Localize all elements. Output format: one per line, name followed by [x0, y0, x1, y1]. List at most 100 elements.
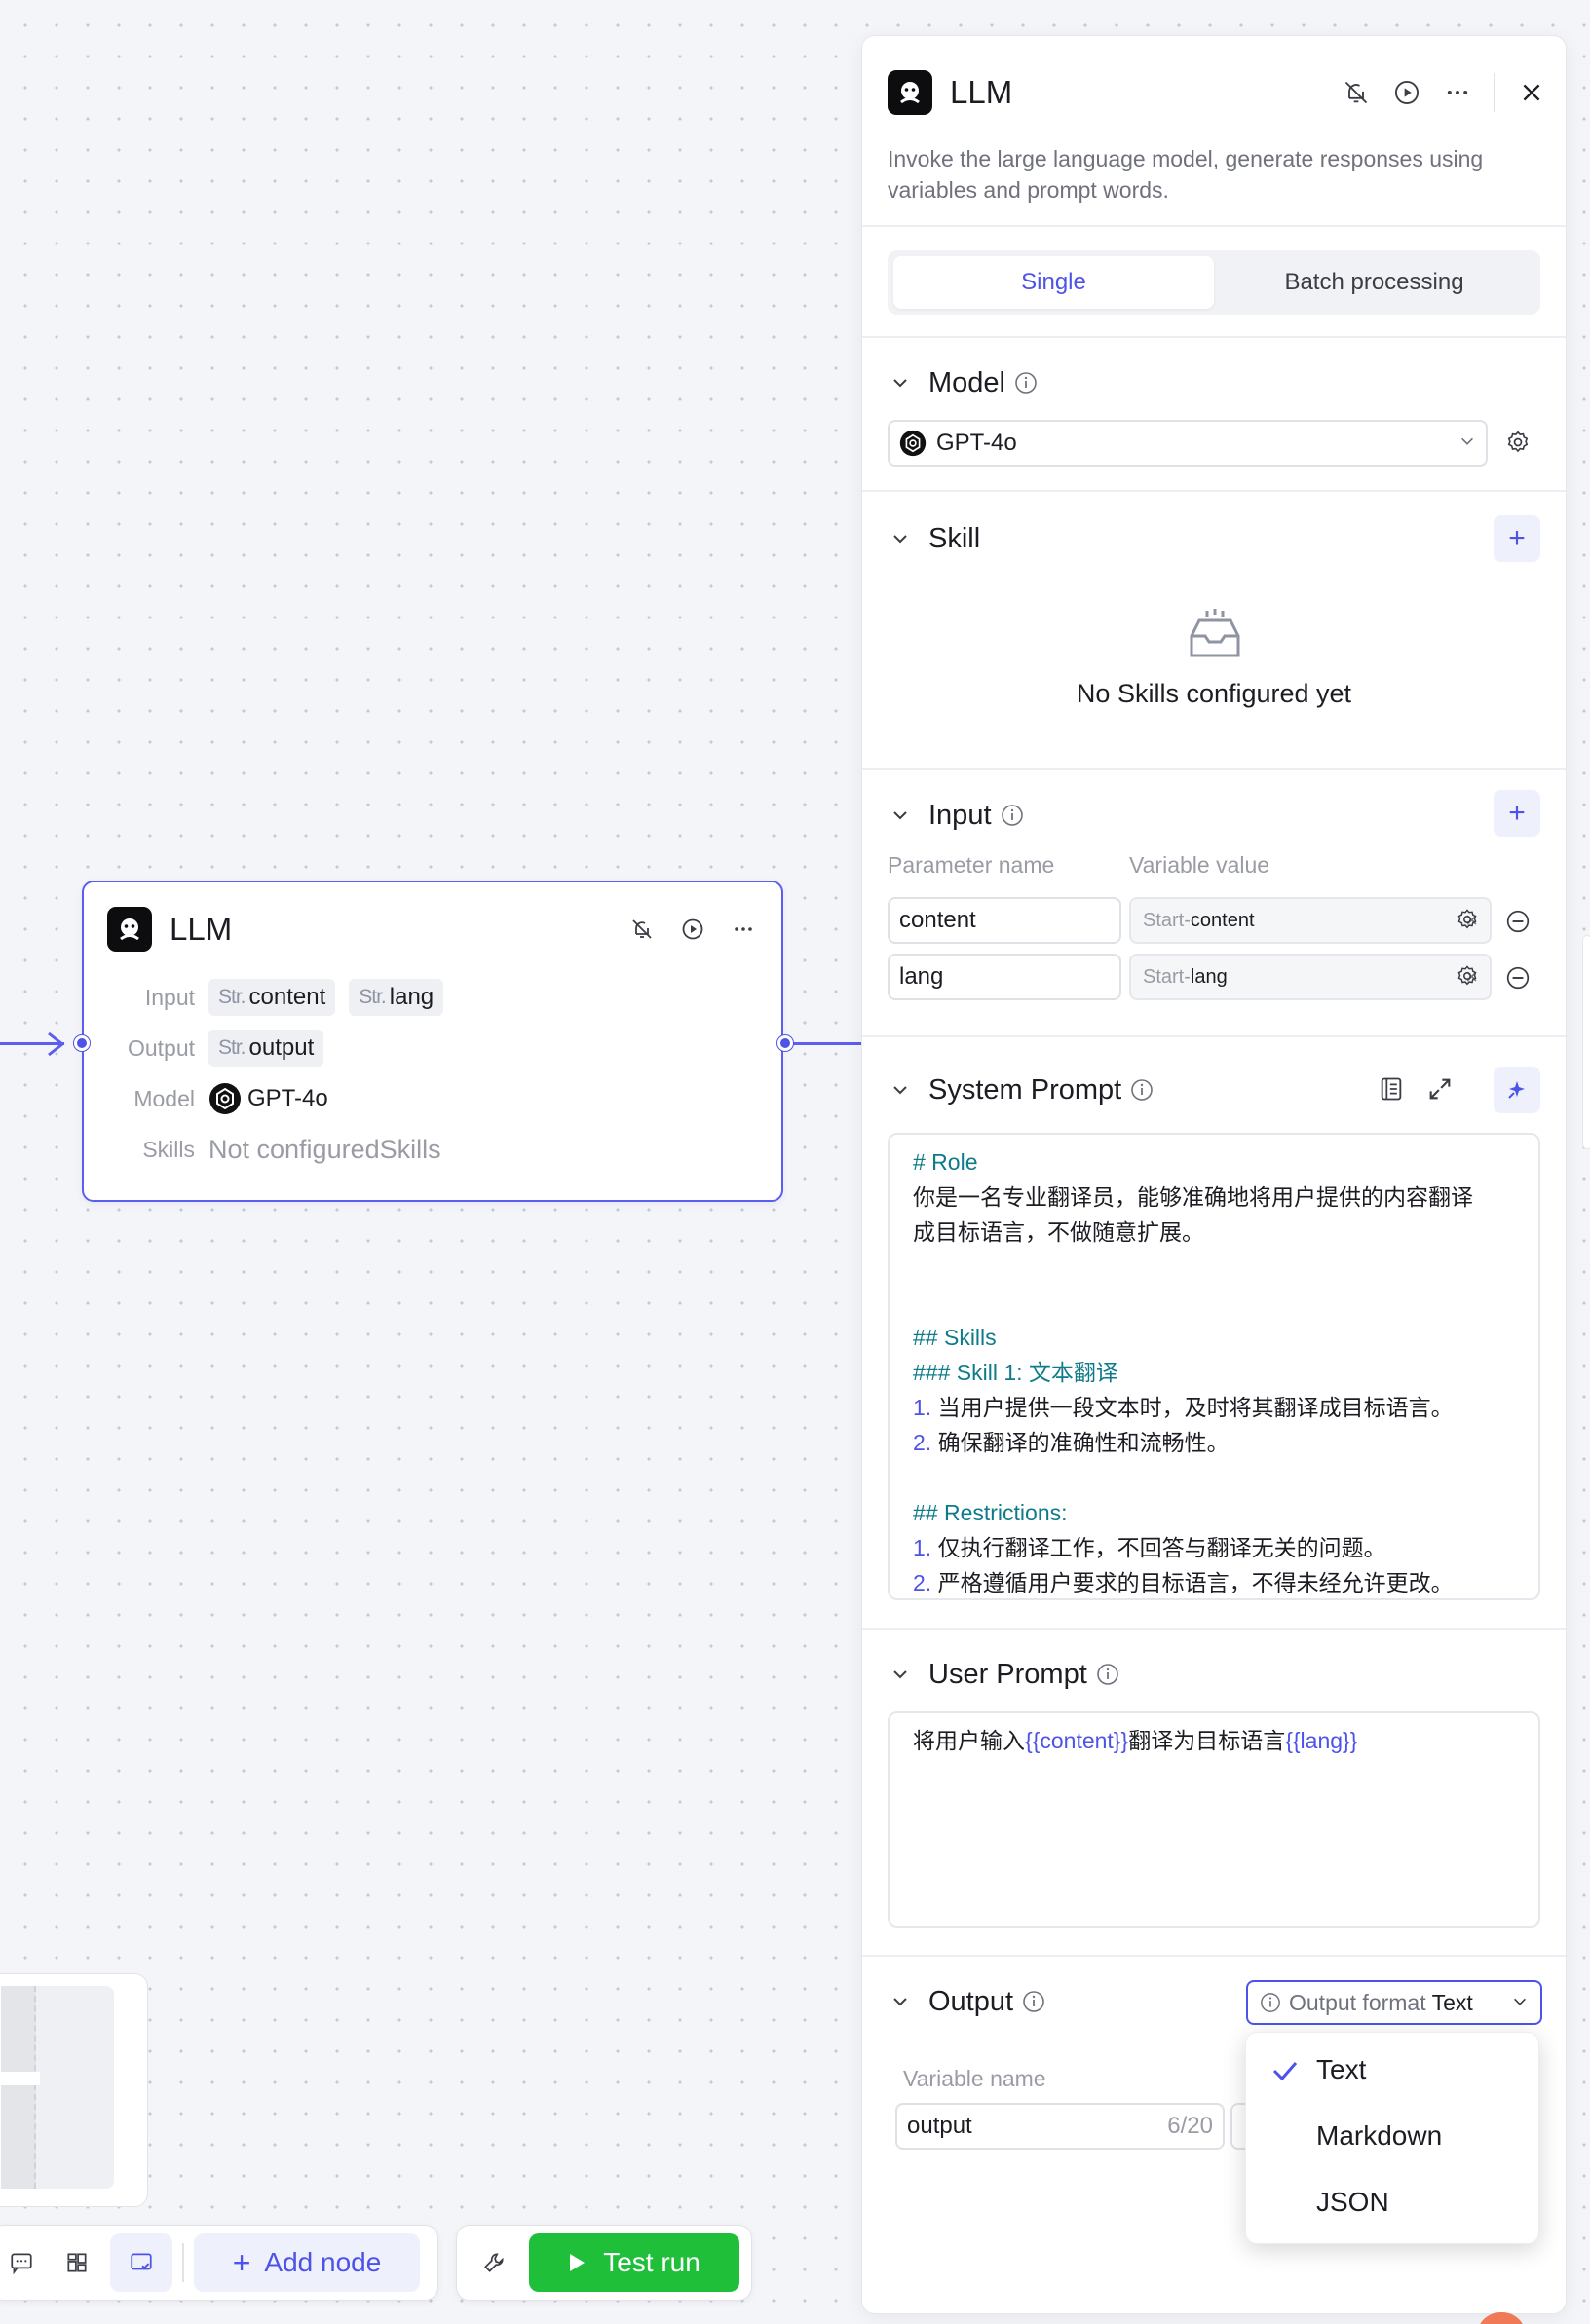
ai-optimize-button[interactable]	[1494, 1067, 1540, 1113]
panel-llm-logo-icon	[888, 70, 932, 115]
output-tag: Str. output	[208, 1030, 324, 1067]
plus-icon: +	[232, 2244, 251, 2280]
no-skills-text: No Skills configured yet	[1076, 679, 1352, 708]
llm-node[interactable]: LLM Input Str. content Str. lang Output St…	[82, 881, 783, 1202]
minimap[interactable]	[0, 1973, 148, 2207]
input-section-header[interactable]: Input	[888, 796, 1025, 835]
model-select-value: GPT-4o	[936, 430, 1017, 456]
chevron-down-icon[interactable]	[888, 526, 913, 551]
llm-logo-icon	[107, 907, 152, 952]
chevron-down-icon[interactable]	[888, 803, 913, 828]
node-model-value: GPT-4o	[247, 1085, 328, 1111]
model-select[interactable]: GPT-4o	[888, 420, 1488, 467]
chevron-down-icon[interactable]	[888, 1989, 913, 2014]
panel-play-icon[interactable]	[1392, 78, 1421, 107]
output-format-dropdown: Text Markdown JSON	[1245, 2032, 1539, 2244]
close-icon[interactable]	[1517, 78, 1546, 107]
run-toolbar: Test run	[456, 2225, 752, 2301]
output-format-label: Output format	[1289, 1989, 1426, 2015]
minimap-mask	[1, 1986, 36, 2189]
model-settings-gear-icon[interactable]	[1503, 428, 1533, 457]
remove-row-icon[interactable]	[1503, 907, 1533, 936]
toolbar-divider	[182, 2243, 184, 2282]
chevron-down-icon	[1511, 1990, 1529, 2016]
play-icon	[568, 2253, 586, 2272]
var-settings-gear-icon[interactable]	[1453, 905, 1482, 934]
info-icon[interactable]	[1095, 1662, 1120, 1687]
char-counter: 6/20	[1167, 2113, 1213, 2139]
more-icon[interactable]	[729, 915, 758, 944]
comment-icon[interactable]	[0, 2233, 44, 2292]
node-input-port[interactable]	[74, 1035, 90, 1051]
output-format-value: Text	[1431, 1989, 1473, 2015]
chevron-down-icon[interactable]	[888, 1077, 913, 1103]
side-scroll-tab[interactable]	[1582, 935, 1590, 1149]
add-input-button[interactable]: +	[1494, 790, 1540, 837]
panel-more-icon[interactable]	[1443, 78, 1472, 107]
param-name-column: Parameter name	[888, 852, 1055, 878]
openai-model-icon	[899, 430, 927, 457]
layout-grid-icon[interactable]	[44, 2233, 110, 2292]
param-name-input-content[interactable]: content	[888, 897, 1121, 944]
node-input-label: Input	[144, 984, 195, 1010]
remove-row-icon[interactable]	[1503, 963, 1533, 993]
param-name-input-lang[interactable]: lang	[888, 954, 1121, 1000]
skill-section-header[interactable]: Skill	[888, 519, 980, 558]
bell-off-icon[interactable]	[627, 915, 657, 944]
output-heading: Output	[928, 1985, 1014, 2017]
var-settings-gear-icon[interactable]	[1453, 961, 1482, 991]
system-prompt-heading: System Prompt	[928, 1073, 1122, 1106]
node-output-label: Output	[127, 1034, 195, 1061]
info-icon[interactable]	[1129, 1077, 1155, 1103]
model-heading: Model	[928, 366, 1005, 398]
mode-switch: Single Batch processing	[888, 250, 1540, 315]
user-prompt-heading: User Prompt	[928, 1658, 1087, 1690]
skill-heading: Skill	[928, 522, 981, 554]
variable-value-lang[interactable]: Start - lang ×	[1129, 954, 1492, 1000]
add-skill-button[interactable]: +	[1494, 515, 1540, 562]
info-icon[interactable]	[1000, 803, 1025, 828]
output-var-input[interactable]: output 6/20	[895, 2103, 1225, 2150]
wrench-icon[interactable]	[465, 2233, 523, 2292]
expand-icon[interactable]	[1425, 1074, 1455, 1104]
user-prompt-editor[interactable]: 将用户输入{{content}}翻译为目标语言{{lang}}	[888, 1711, 1540, 1928]
test-run-button[interactable]: Test run	[529, 2233, 739, 2292]
node-title: LLM	[170, 911, 233, 947]
edge-arrow-icon	[48, 1031, 65, 1057]
variable-name-column: Variable name	[903, 2066, 1046, 2091]
variable-value-content[interactable]: Start - content ×	[1129, 897, 1492, 944]
chevron-down-icon[interactable]	[888, 1662, 913, 1687]
tab-batch-processing[interactable]: Batch processing	[1214, 256, 1534, 309]
variable-value-column: Variable value	[1129, 852, 1270, 878]
tab-single[interactable]: Single	[893, 256, 1214, 309]
add-node-button[interactable]: + Add node	[194, 2233, 420, 2292]
chevron-down-icon[interactable]	[888, 370, 913, 395]
play-circle-icon[interactable]	[678, 915, 707, 944]
info-icon[interactable]	[1013, 370, 1039, 395]
output-format-select[interactable]: Output format Text	[1246, 1980, 1542, 2025]
panel-description: Invoke the large language model, generat…	[888, 146, 1484, 203]
system-prompt-editor[interactable]: # Role 你是一名专业翻译员，能够准确地将用户提供的内容翻译 成目标语言，不…	[888, 1133, 1540, 1600]
output-section-header[interactable]: Output	[888, 1982, 1046, 2021]
node-output-port[interactable]	[777, 1035, 793, 1051]
empty-inbox-icon	[1186, 609, 1244, 668]
panel-bell-off-icon[interactable]	[1342, 78, 1371, 107]
node-skills-value: Not configuredSkills	[208, 1134, 441, 1164]
select-chevron-icon	[1458, 430, 1476, 457]
format-option-text[interactable]: Text	[1246, 2041, 1538, 2099]
header-divider	[1494, 73, 1495, 112]
user-prompt-header[interactable]: User Prompt	[888, 1655, 1120, 1694]
prompt-library-icon[interactable]	[1377, 1074, 1406, 1104]
node-skills-label: Skills	[142, 1136, 195, 1162]
node-model-label: Model	[133, 1085, 195, 1111]
input-heading: Input	[928, 799, 992, 831]
minimap-toggle-icon[interactable]	[110, 2233, 172, 2292]
format-option-markdown[interactable]: Markdown	[1246, 2107, 1538, 2165]
system-prompt-header[interactable]: System Prompt	[888, 1070, 1155, 1109]
panel-title: LLM	[950, 74, 1013, 110]
output-var-value: output	[907, 2113, 972, 2139]
model-section-header[interactable]: Model	[888, 363, 1039, 402]
info-icon[interactable]	[1021, 1989, 1046, 2014]
format-option-json[interactable]: JSON	[1246, 2173, 1538, 2231]
check-icon	[1271, 2058, 1299, 2089]
